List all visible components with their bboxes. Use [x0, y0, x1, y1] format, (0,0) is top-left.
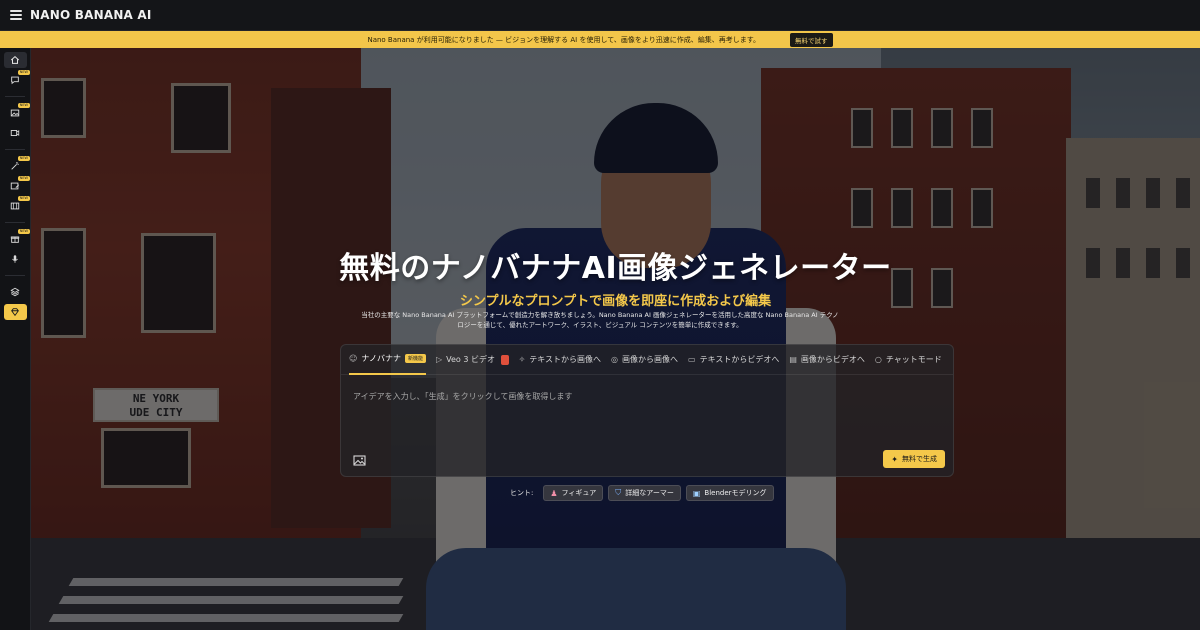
- hero-subtitle: シンプルなプロンプトで画像を即座に作成および編集: [459, 294, 772, 309]
- prompt-input[interactable]: [353, 389, 943, 403]
- magic-icon: ✧: [518, 355, 526, 364]
- hint-row: ヒント: ♟ フィギュア ⛉ 詳細なアーマー ▣ Blenderモデリング: [510, 485, 779, 501]
- sparkle-icon: ✦: [891, 454, 898, 464]
- image-icon: [10, 109, 20, 117]
- hint-label: ヒント:: [510, 489, 534, 497]
- hot-badge: [500, 354, 509, 365]
- sidebar-item-mic[interactable]: [4, 251, 27, 267]
- new-badge: NEW: [18, 196, 30, 201]
- camera-icon: ◎: [611, 355, 619, 364]
- tab-label: チャットモード: [885, 355, 942, 364]
- image-edit-icon: [10, 182, 20, 190]
- tab-chat-mode[interactable]: ○ チャットモード: [875, 345, 942, 375]
- hero-background-image: NE YORKUDE CITY: [31, 48, 1200, 630]
- sidebar-divider: [5, 149, 25, 150]
- chat-icon: [11, 76, 19, 85]
- sidebar-divider: [5, 275, 25, 276]
- brand-logo[interactable]: NANO BANANA AI: [30, 8, 152, 22]
- tab-label: 画像から画像へ: [622, 355, 679, 364]
- new-badge: NEW: [18, 103, 30, 108]
- cube-icon: ▣: [692, 488, 701, 498]
- hint-chip-label: フィギュア: [561, 489, 597, 497]
- film-icon: ▤: [789, 355, 797, 364]
- sidebar: NEW NEW NEW NEW NEW NEW: [0, 48, 31, 630]
- hint-chip-label: Blenderモデリング: [704, 489, 767, 497]
- new-badge: NEW: [18, 229, 30, 234]
- tab-label: テキストからビデオへ: [699, 355, 780, 364]
- dark-overlay: [31, 48, 1200, 630]
- new-badge: NEW: [18, 176, 30, 181]
- sidebar-divider: [5, 222, 25, 223]
- tab-image-to-video[interactable]: ▤ 画像からビデオへ: [789, 345, 865, 375]
- gem-icon: [11, 308, 19, 317]
- sidebar-divider: [5, 96, 25, 97]
- sidebar-item-gallery[interactable]: NEW: [4, 196, 30, 214]
- hint-chip-figure[interactable]: ♟ フィギュア: [543, 485, 604, 501]
- hero-description: 当社の主要な Nano Banana AI プラットフォームで創造力を解き放ちま…: [361, 311, 839, 329]
- tab-label: テキストから画像へ: [529, 355, 602, 364]
- tab-label: Veo 3 ビデオ: [446, 355, 495, 364]
- generator-panel: ☺ ナノバナナ 新機能 ▷ Veo 3 ビデオ ✧ テキストから画像へ ◎ 画像…: [340, 344, 954, 477]
- magic-icon: [11, 162, 19, 170]
- generate-label: 無料で生成: [902, 455, 937, 463]
- image-upload-icon: [353, 455, 366, 466]
- announcement-text: Nano Banana が利用可能になりました — ビジョンを理解する AI を…: [367, 35, 761, 44]
- tab-text-to-image[interactable]: ✧ テキストから画像へ: [519, 345, 601, 375]
- play-icon: ▷: [435, 355, 443, 364]
- shield-icon: ⛉: [615, 488, 622, 497]
- layers-icon: [10, 287, 20, 297]
- tab-label: ナノバナナ: [361, 354, 401, 363]
- announcement-bar: Nano Banana が利用可能になりました — ビジョンを理解する AI を…: [0, 31, 1200, 48]
- sidebar-item-gift[interactable]: NEW: [4, 229, 30, 247]
- sidebar-item-image-edit[interactable]: NEW: [4, 176, 30, 194]
- gift-icon: [10, 236, 20, 243]
- sidebar-item-magic[interactable]: NEW: [4, 156, 30, 174]
- new-feature-badge: 新機能: [404, 354, 426, 363]
- sidebar-item-gem[interactable]: [3, 304, 27, 320]
- video-icon: ▭: [688, 355, 696, 364]
- banana-icon: ☺: [349, 354, 358, 363]
- tab-label: 画像からビデオへ: [800, 355, 865, 364]
- generate-button[interactable]: ✦ 無料で生成: [883, 450, 945, 468]
- sidebar-item-video[interactable]: [4, 125, 27, 141]
- menu-icon[interactable]: [10, 10, 22, 20]
- gallery-icon: [10, 202, 20, 210]
- chat-icon: ○: [874, 355, 882, 364]
- hint-chip-blender[interactable]: ▣ Blenderモデリング: [685, 485, 774, 501]
- hint-chip-label: 詳細なアーマー: [625, 489, 674, 497]
- try-free-button[interactable]: 無料で試す: [790, 32, 833, 47]
- hero-title: 無料のナノバナナAI画像ジェネレーター: [339, 251, 892, 286]
- sidebar-item-chat[interactable]: NEW: [4, 70, 30, 88]
- top-navbar: NANO BANANA AI: [0, 0, 1200, 31]
- hint-chip-armor[interactable]: ⛉ 詳細なアーマー: [608, 485, 681, 501]
- sidebar-item-layers[interactable]: [4, 284, 27, 300]
- home-icon: [10, 55, 20, 64]
- video-icon: [10, 130, 20, 136]
- mode-tabs: ☺ ナノバナナ 新機能 ▷ Veo 3 ビデオ ✧ テキストから画像へ ◎ 画像…: [341, 345, 953, 375]
- new-badge: NEW: [18, 70, 30, 75]
- tab-nano-banana[interactable]: ☺ ナノバナナ 新機能: [349, 345, 426, 375]
- tab-text-to-video[interactable]: ▭ テキストからビデオへ: [688, 345, 779, 375]
- sidebar-item-image[interactable]: NEW: [4, 103, 30, 121]
- figure-icon: ♟: [550, 488, 558, 498]
- new-badge: NEW: [18, 156, 30, 161]
- mic-icon: [12, 255, 18, 263]
- tab-veo3-video[interactable]: ▷ Veo 3 ビデオ: [436, 345, 509, 375]
- tab-image-to-image[interactable]: ◎ 画像から画像へ: [611, 345, 678, 375]
- upload-image-button[interactable]: [353, 452, 367, 466]
- sidebar-item-home[interactable]: [3, 52, 27, 68]
